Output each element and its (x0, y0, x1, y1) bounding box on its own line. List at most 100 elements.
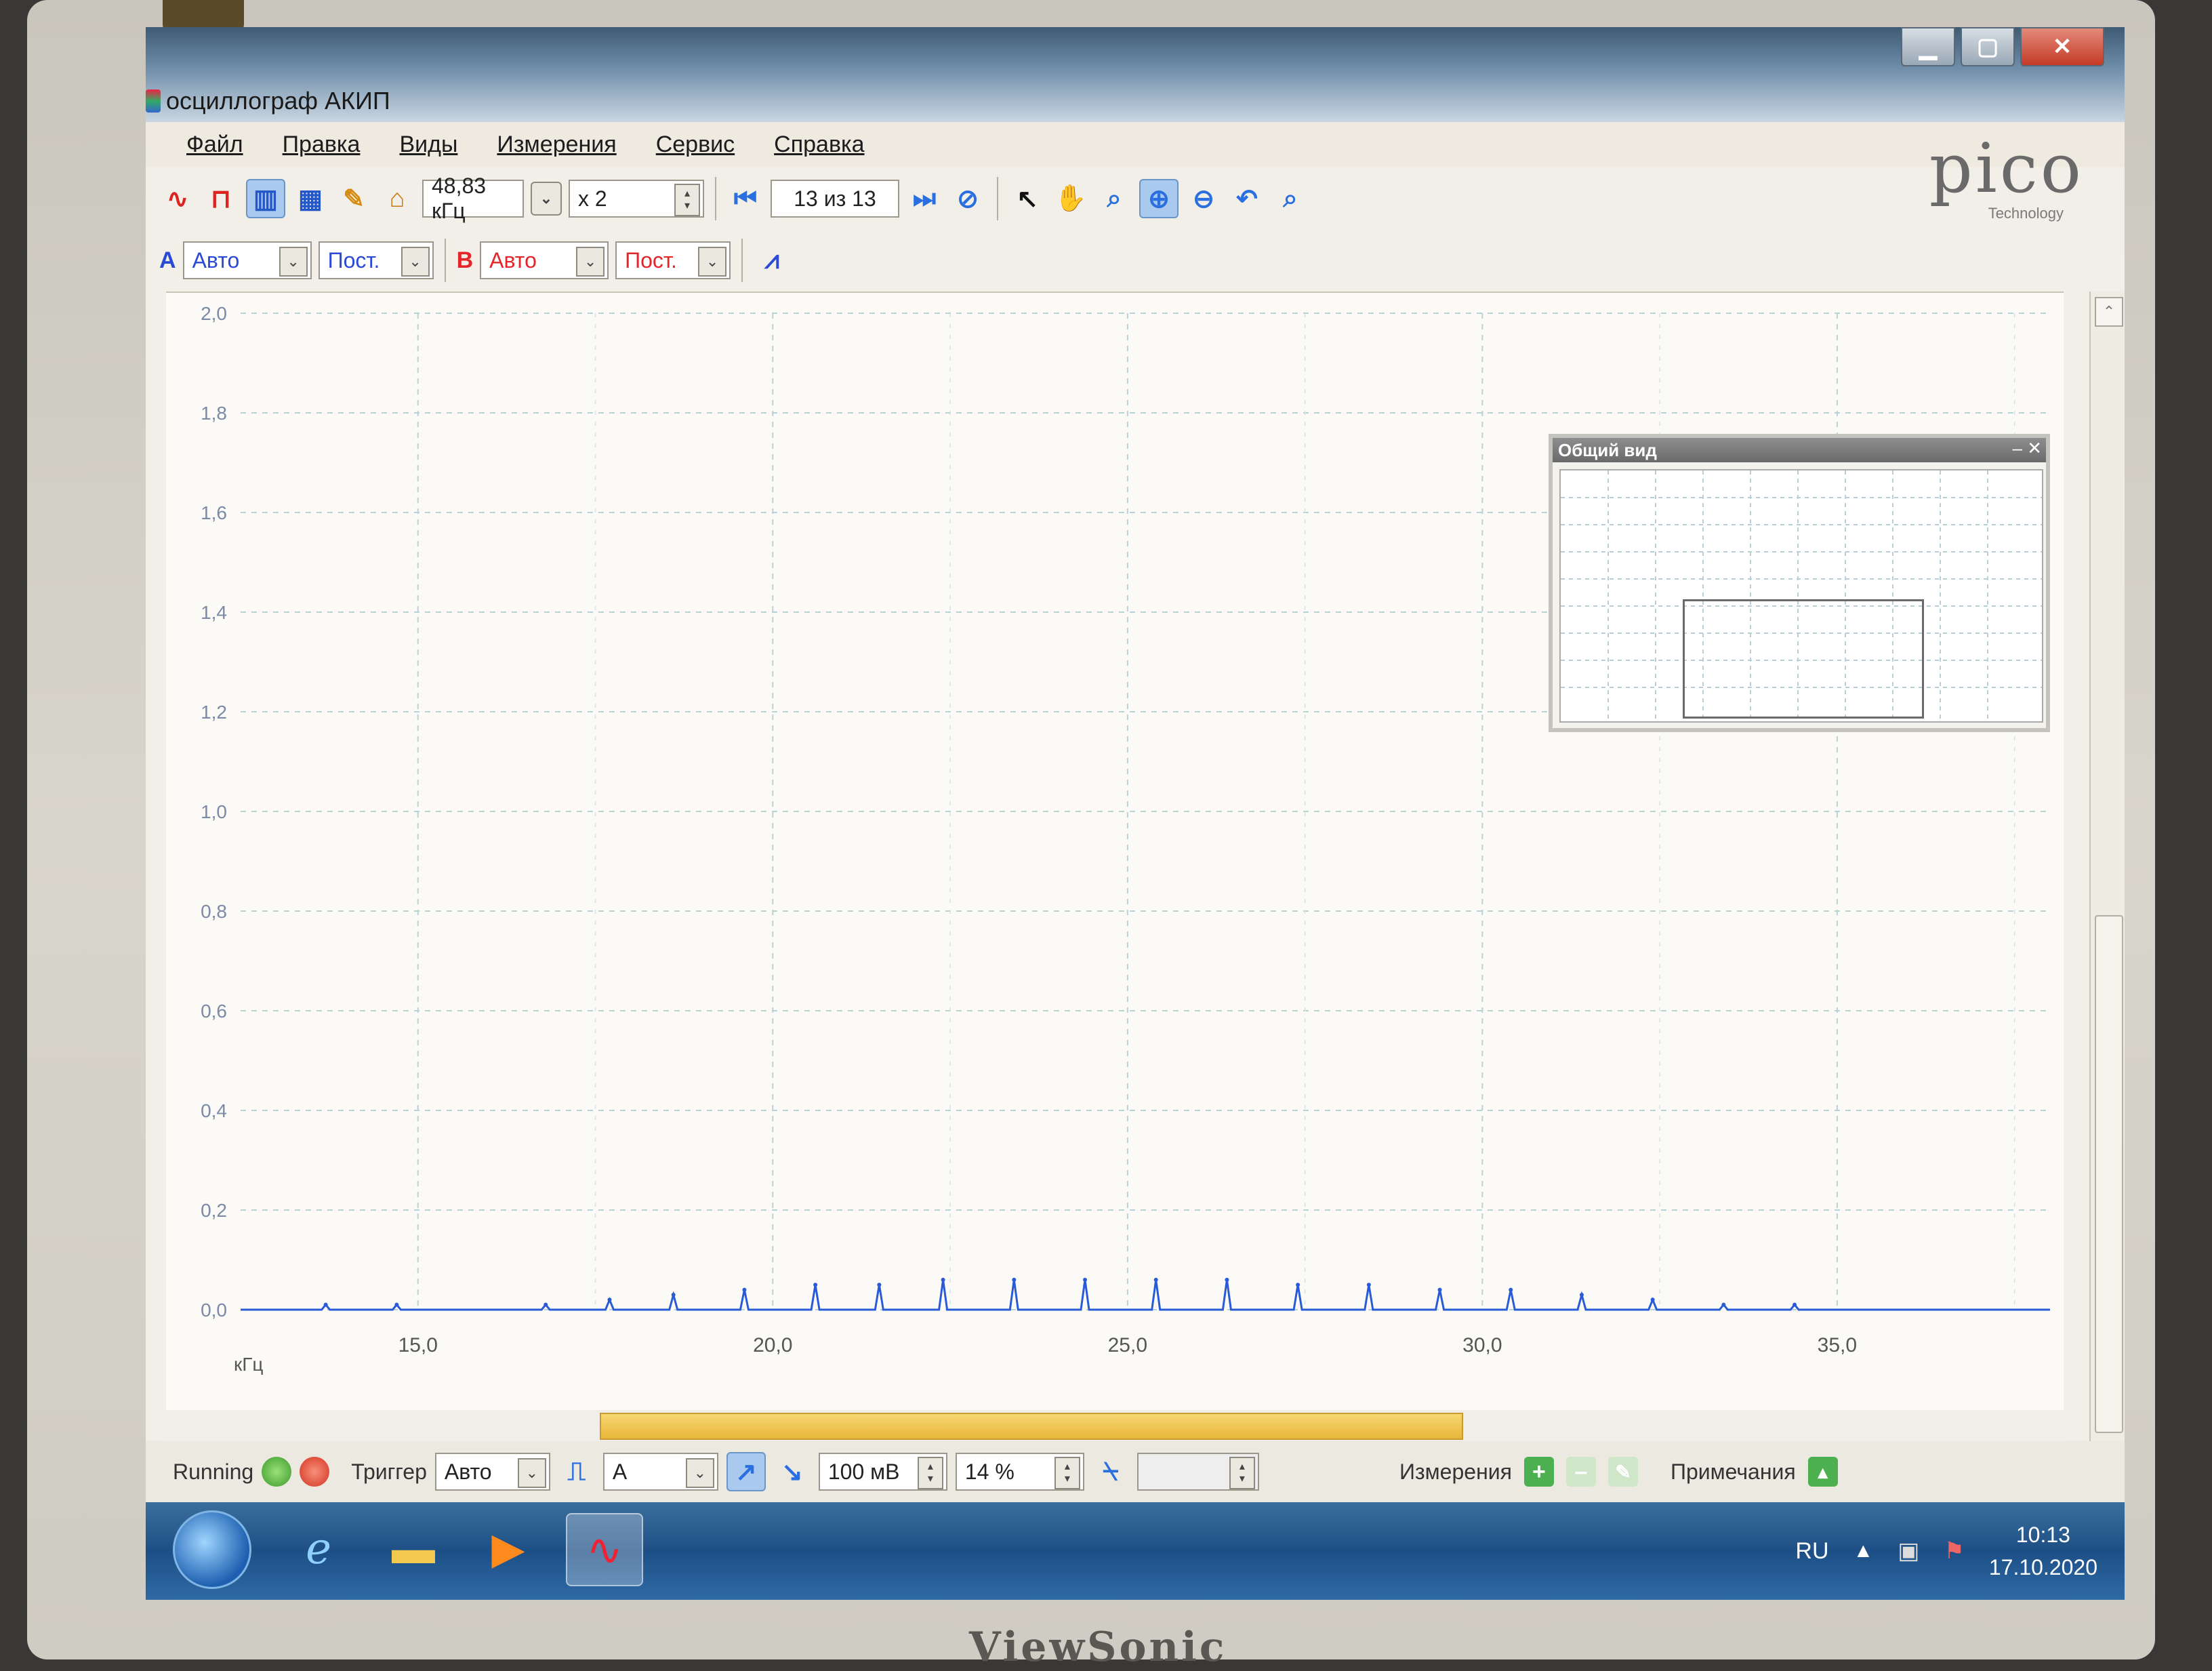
y-tick-label: 0,6 (201, 1001, 227, 1022)
menu-help[interactable]: Справка (774, 132, 864, 158)
minimize-button[interactable]: ▁ (1901, 27, 1955, 66)
close-icon[interactable]: ✕ (2027, 438, 2042, 458)
spectrum-peak (671, 1292, 676, 1297)
pre-trigger-input[interactable]: 14 % ▴ ▾ (955, 1453, 1084, 1491)
network-icon[interactable]: ▣ (1898, 1537, 1919, 1565)
remove-measurement-icon[interactable]: – (1565, 1457, 1596, 1487)
pretrigger-stepper[interactable]: ▴ ▾ (1054, 1457, 1080, 1489)
pre-trigger-value: 14 % (964, 1459, 1015, 1484)
trigger-edge-icon[interactable]: ⎍ (558, 1453, 595, 1490)
channel-b-label[interactable]: B (457, 247, 474, 274)
spectrum-peak (1366, 1283, 1371, 1287)
delay-stepper[interactable]: ▴ ▾ (1229, 1457, 1255, 1489)
running-label: Running (173, 1459, 254, 1484)
buffer-position-field[interactable]: 13 из 13 (771, 180, 899, 218)
clock[interactable]: 10:13 17.10.2020 (1989, 1518, 2097, 1584)
scroll-up-icon[interactable]: ⌃ (2095, 297, 2123, 327)
menu-file[interactable]: Файл (186, 132, 243, 158)
advanced-trigger-icon[interactable]: ⍀ (1092, 1453, 1129, 1490)
zoom-in-icon[interactable]: ⊕ (1139, 179, 1179, 218)
channel-options-icon[interactable]: ▦ (292, 180, 329, 217)
trigger-level-input[interactable]: 100 мВ ▴ ▾ (818, 1453, 947, 1491)
undo-zoom-icon[interactable]: ↶ (1229, 180, 1265, 217)
x-tick-label: 25,0 (1108, 1334, 1147, 1356)
sample-rate-select[interactable]: 48,83 кГц (422, 174, 524, 223)
trigger-mode-select[interactable]: Авто ⌄ (434, 1453, 550, 1491)
horizontal-scrollbar[interactable] (166, 1410, 2064, 1441)
zoom-multiplier-input[interactable]: x 2 ▴ ▾ (569, 180, 704, 218)
edit-measurement-icon[interactable]: ✎ (1607, 1457, 1638, 1487)
oscilloscope-app-icon[interactable]: ∿ (566, 1513, 643, 1586)
chevron-down-icon[interactable]: ⌄ (576, 247, 605, 277)
chevron-down-icon[interactable]: ⌄ (698, 247, 727, 277)
toolbar-divider (997, 177, 998, 220)
channel-a-range-select[interactable]: Авто ⌄ (182, 241, 312, 279)
hand-icon[interactable]: ✋ (1052, 180, 1089, 217)
x-tick-label: 35,0 (1818, 1334, 1857, 1356)
menu-tools[interactable]: Сервис (656, 132, 735, 158)
close-button[interactable]: ✕ (2020, 27, 2104, 66)
overview-viewport-rect[interactable] (1683, 599, 1924, 719)
channel-b-range-select[interactable]: Авто ⌄ (480, 241, 609, 279)
vertical-scrollbar[interactable]: ⌃ ⌄ (2089, 291, 2125, 1485)
channel-b-coupling-select[interactable]: Пост. ⌄ (615, 241, 731, 279)
scroll-thumb[interactable] (2095, 915, 2123, 1433)
internet-explorer-icon[interactable]: ℯ (281, 1513, 356, 1584)
y-tick-label: 2,0 (201, 303, 227, 324)
menu-views[interactable]: Виды (399, 132, 457, 158)
chevron-down-icon[interactable]: ⌄ (517, 1458, 546, 1488)
spectrum-peak (1012, 1277, 1017, 1282)
spectrum-peak (1153, 1277, 1158, 1282)
overview-window[interactable]: Общий вид – ✕ (1549, 434, 2050, 732)
folder-icon[interactable]: ▬ (376, 1513, 451, 1584)
zoom-area-icon[interactable]: ⌕ (1096, 180, 1132, 217)
media-player-icon[interactable]: ▶ (471, 1513, 546, 1584)
chevron-down-icon[interactable]: ⌄ (685, 1458, 714, 1488)
probe-icon[interactable]: ✎ (335, 180, 372, 217)
level-stepper[interactable]: ▴ ▾ (917, 1457, 943, 1489)
next-buffer-icon[interactable]: ⏭ (906, 180, 943, 217)
add-measurement-icon[interactable]: + (1523, 1457, 1554, 1487)
start-button[interactable] (173, 1510, 251, 1589)
scope-mode-icon[interactable]: ∿ (159, 180, 196, 217)
action-center-flag-icon[interactable]: ⚑ (1944, 1537, 1964, 1565)
spectrum-peak (394, 1302, 399, 1307)
trigger-label: Триггер (351, 1459, 427, 1484)
language-indicator[interactable]: RU (1795, 1538, 1828, 1565)
compass-icon[interactable]: ⊘ (949, 180, 986, 217)
notes-label: Примечания (1670, 1459, 1796, 1484)
signal-generator-icon[interactable]: ⩘ (754, 242, 790, 279)
delay-input[interactable]: ▴ ▾ (1136, 1453, 1259, 1491)
menu-measurements[interactable]: Измерения (497, 132, 616, 158)
chevron-down-icon[interactable]: ⌄ (401, 247, 430, 277)
x-tick-label: 20,0 (753, 1334, 792, 1356)
start-icon[interactable] (262, 1457, 292, 1487)
toolbar-divider (715, 177, 716, 220)
notes-toggle-icon[interactable]: ▴ (1807, 1457, 1838, 1487)
channel-a-label[interactable]: A (159, 247, 176, 274)
stop-icon[interactable] (300, 1457, 330, 1487)
zoom-out-icon[interactable]: ⊖ (1185, 180, 1222, 217)
multiplier-stepper[interactable]: ▴ ▾ (674, 184, 700, 216)
chevron-down-icon[interactable]: ⌄ (279, 247, 308, 277)
spectrum-mode-icon[interactable]: ▥ (246, 179, 285, 218)
menu-edit[interactable]: Правка (283, 132, 361, 158)
tray-expand-icon[interactable]: ▲ (1853, 1539, 1874, 1563)
rising-edge-icon[interactable]: ↗ (726, 1452, 766, 1491)
minimize-icon[interactable]: – (2013, 438, 2022, 458)
pointer-icon[interactable]: ↖ (1009, 180, 1046, 217)
main-toolbar: ∿ ⊓ ▥ ▦ ✎ ⌂ 48,83 кГц ⌄ x 2 ▴ ▾ ⏮ 13 из 1… (159, 169, 1309, 228)
home-icon[interactable]: ⌂ (379, 180, 415, 217)
falling-edge-icon[interactable]: ↘ (774, 1453, 811, 1490)
trigger-channel-select[interactable]: A ⌄ (602, 1453, 718, 1491)
x-tick-label: 30,0 (1462, 1334, 1502, 1356)
persistence-mode-icon[interactable]: ⊓ (203, 180, 239, 217)
zoom-fit-icon[interactable]: ⌕ (1272, 180, 1309, 217)
previous-buffer-icon[interactable]: ⏮ (727, 180, 764, 217)
chevron-down-icon[interactable]: ⌄ (531, 182, 562, 216)
maximize-button[interactable]: ▢ (1961, 27, 2015, 66)
measurements-panel: Измерения + – ✎ Примечания ▴ (1399, 1441, 1838, 1502)
horizontal-scroll-thumb[interactable] (600, 1413, 1463, 1440)
channel-b-range-value: Авто (489, 247, 537, 273)
channel-a-coupling-select[interactable]: Пост. ⌄ (318, 241, 434, 279)
